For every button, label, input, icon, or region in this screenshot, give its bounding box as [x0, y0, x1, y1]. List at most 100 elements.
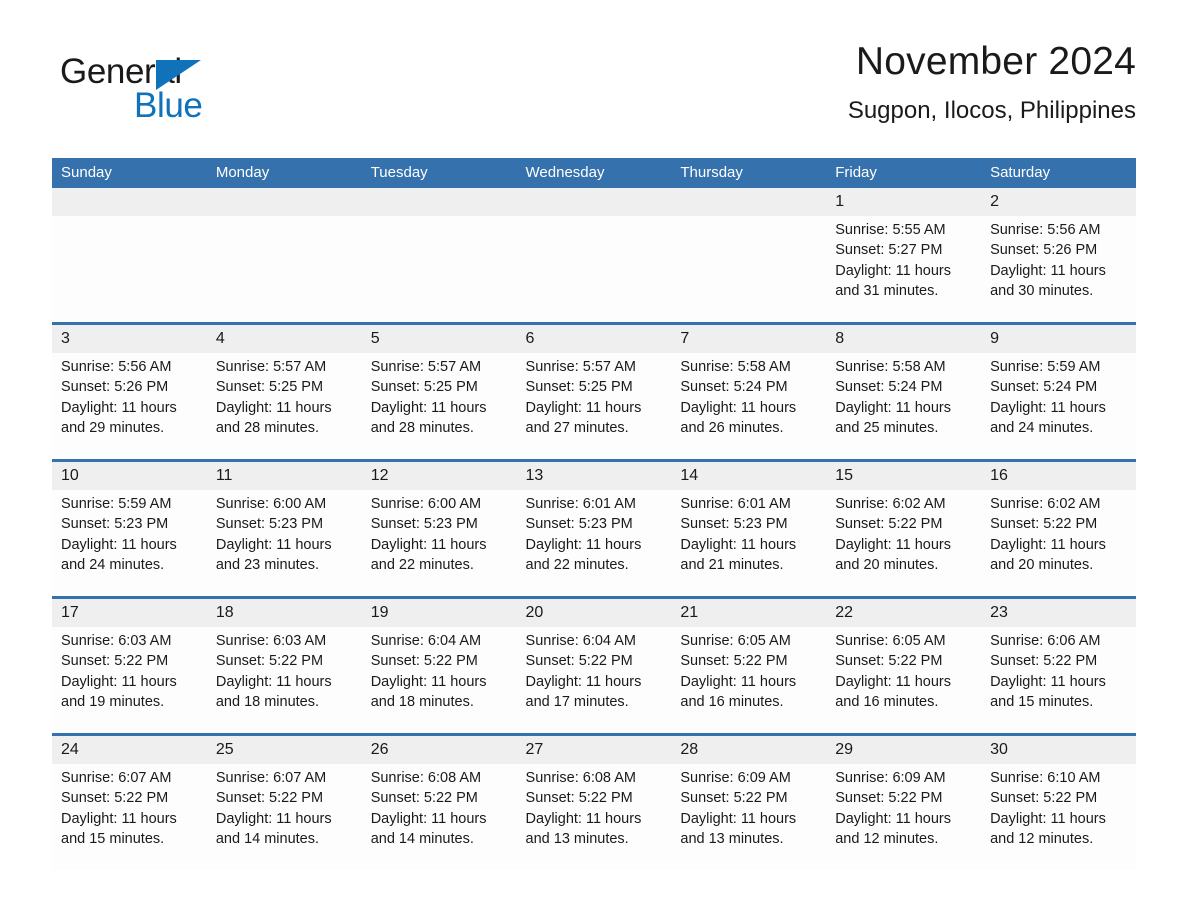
day-detail[interactable]: Sunrise: 6:02 AM Sunset: 5:22 PM Dayligh…: [826, 490, 981, 596]
day-detail[interactable]: Sunrise: 6:07 AM Sunset: 5:22 PM Dayligh…: [52, 764, 207, 870]
day-cell[interactable]: 20: [517, 599, 672, 627]
day-cell[interactable]: 30: [981, 736, 1136, 764]
calendar-week-row: 1 2 Sunrise: 5:55 AM Sunset: 5:27 PM Day…: [52, 188, 1136, 322]
day-cell[interactable]: [517, 188, 672, 216]
sunrise-text: Sunrise: 6:05 AM: [680, 633, 791, 649]
day-cell[interactable]: 13: [517, 462, 672, 490]
day-cell[interactable]: 23: [981, 599, 1136, 627]
daylight-text-line1: Daylight: 11 hours: [990, 673, 1106, 690]
day-detail[interactable]: Sunrise: 6:04 AM Sunset: 5:22 PM Dayligh…: [517, 627, 672, 733]
day-cell[interactable]: 22: [826, 599, 981, 627]
day-number: 2: [990, 193, 999, 210]
day-cell[interactable]: 11: [207, 462, 362, 490]
day-cell[interactable]: 5: [362, 325, 517, 353]
day-detail[interactable]: Sunrise: 6:08 AM Sunset: 5:22 PM Dayligh…: [517, 764, 672, 870]
day-detail[interactable]: [207, 216, 362, 322]
day-detail[interactable]: [52, 216, 207, 322]
day-detail[interactable]: Sunrise: 6:00 AM Sunset: 5:23 PM Dayligh…: [207, 490, 362, 596]
day-detail[interactable]: [362, 216, 517, 322]
day-detail[interactable]: Sunrise: 5:57 AM Sunset: 5:25 PM Dayligh…: [362, 353, 517, 459]
weekday-label: Sunday: [61, 164, 112, 181]
day-cell[interactable]: 27: [517, 736, 672, 764]
day-detail[interactable]: Sunrise: 5:58 AM Sunset: 5:24 PM Dayligh…: [671, 353, 826, 459]
day-number: 8: [835, 330, 845, 347]
day-detail[interactable]: Sunrise: 5:59 AM Sunset: 5:24 PM Dayligh…: [981, 353, 1136, 459]
calendar-week-row: 24 25 26 27 28 29 30 Sunrise: 6:07 AM Su…: [52, 733, 1136, 870]
day-cell[interactable]: 29: [826, 736, 981, 764]
day-cell[interactable]: 19: [362, 599, 517, 627]
sunrise-text: Sunrise: 5:57 AM: [370, 359, 482, 375]
daylight-text-line2: and 16 minutes.: [835, 693, 939, 710]
day-detail[interactable]: Sunrise: 5:55 AM Sunset: 5:27 PM Dayligh…: [826, 216, 981, 322]
day-number: 25: [215, 741, 234, 758]
day-detail[interactable]: Sunrise: 5:57 AM Sunset: 5:25 PM Dayligh…: [207, 353, 362, 459]
sunset-text: Sunset: 5:22 PM: [370, 653, 478, 670]
sunset-text: Sunset: 5:22 PM: [835, 790, 943, 807]
day-cell[interactable]: 15: [826, 462, 981, 490]
day-cell[interactable]: 7: [671, 325, 826, 353]
day-detail[interactable]: Sunrise: 6:01 AM Sunset: 5:23 PM Dayligh…: [671, 490, 826, 596]
day-detail[interactable]: Sunrise: 6:05 AM Sunset: 5:22 PM Dayligh…: [671, 627, 826, 733]
day-cell[interactable]: 3: [52, 325, 207, 353]
day-cell[interactable]: 24: [52, 736, 207, 764]
day-detail[interactable]: Sunrise: 5:59 AM Sunset: 5:23 PM Dayligh…: [52, 490, 207, 596]
day-detail[interactable]: Sunrise: 5:56 AM Sunset: 5:26 PM Dayligh…: [981, 216, 1136, 322]
day-cell[interactable]: 2: [981, 188, 1136, 216]
day-cell[interactable]: [671, 188, 826, 216]
day-detail[interactable]: [671, 216, 826, 322]
day-cell[interactable]: 14: [671, 462, 826, 490]
daylight-text-line1: Daylight: 11 hours: [835, 536, 952, 553]
day-detail[interactable]: Sunrise: 6:03 AM Sunset: 5:22 PM Dayligh…: [207, 627, 362, 733]
day-cell[interactable]: 9: [981, 325, 1136, 353]
day-number: 13: [525, 467, 544, 484]
day-cell[interactable]: 25: [207, 736, 362, 764]
day-detail[interactable]: Sunrise: 6:02 AM Sunset: 5:22 PM Dayligh…: [981, 490, 1136, 596]
day-detail[interactable]: Sunrise: 5:57 AM Sunset: 5:25 PM Dayligh…: [517, 353, 672, 459]
day-number: 20: [525, 604, 544, 621]
page-title: November 2024: [855, 40, 1136, 83]
day-cell[interactable]: 26: [362, 736, 517, 764]
general-blue-logo[interactable]: General Blue: [60, 54, 260, 140]
day-detail[interactable]: Sunrise: 6:03 AM Sunset: 5:22 PM Dayligh…: [52, 627, 207, 733]
day-cell[interactable]: 17: [52, 599, 207, 627]
sunset-text: Sunset: 5:24 PM: [680, 379, 788, 396]
day-cell[interactable]: 4: [207, 325, 362, 353]
day-detail[interactable]: Sunrise: 6:01 AM Sunset: 5:23 PM Dayligh…: [517, 490, 672, 596]
day-cell[interactable]: 21: [671, 599, 826, 627]
day-cell[interactable]: 16: [981, 462, 1136, 490]
day-cell[interactable]: 18: [207, 599, 362, 627]
day-detail[interactable]: [517, 216, 672, 322]
day-cell[interactable]: 10: [52, 462, 207, 490]
day-cell[interactable]: 8: [826, 325, 981, 353]
day-detail[interactable]: Sunrise: 6:05 AM Sunset: 5:22 PM Dayligh…: [826, 627, 981, 733]
day-number: 5: [370, 330, 380, 347]
day-cell[interactable]: 6: [517, 325, 672, 353]
day-detail[interactable]: Sunrise: 6:07 AM Sunset: 5:22 PM Dayligh…: [207, 764, 362, 870]
day-detail[interactable]: Sunrise: 6:04 AM Sunset: 5:22 PM Dayligh…: [362, 627, 517, 733]
day-detail[interactable]: Sunrise: 6:10 AM Sunset: 5:22 PM Dayligh…: [981, 764, 1136, 870]
weekday-header-row: Sunday Monday Tuesday Wednesday Thursday…: [52, 158, 1136, 188]
week-detail-band: Sunrise: 5:56 AM Sunset: 5:26 PM Dayligh…: [52, 353, 1136, 459]
daylight-text-line1: Daylight: 11 hours: [370, 536, 487, 553]
daylight-text-line2: and 28 minutes.: [370, 419, 474, 436]
day-detail[interactable]: Sunrise: 6:09 AM Sunset: 5:22 PM Dayligh…: [826, 764, 981, 870]
sunset-text: Sunset: 5:25 PM: [525, 379, 633, 396]
day-detail[interactable]: Sunrise: 5:56 AM Sunset: 5:26 PM Dayligh…: [52, 353, 207, 459]
sunset-text: Sunset: 5:22 PM: [835, 516, 943, 533]
daylight-text-line2: and 20 minutes.: [990, 556, 1094, 573]
daylight-text-line1: Daylight: 11 hours: [61, 810, 177, 827]
day-cell[interactable]: 12: [362, 462, 517, 490]
day-cell[interactable]: 1: [826, 188, 981, 216]
day-number: 1: [835, 193, 845, 210]
day-detail[interactable]: Sunrise: 6:06 AM Sunset: 5:22 PM Dayligh…: [981, 627, 1136, 733]
day-detail[interactable]: Sunrise: 6:00 AM Sunset: 5:23 PM Dayligh…: [362, 490, 517, 596]
day-cell[interactable]: [207, 188, 362, 216]
day-cell[interactable]: [52, 188, 207, 216]
day-cell[interactable]: 28: [671, 736, 826, 764]
day-detail[interactable]: Sunrise: 6:09 AM Sunset: 5:22 PM Dayligh…: [671, 764, 826, 870]
day-detail[interactable]: Sunrise: 5:58 AM Sunset: 5:24 PM Dayligh…: [826, 353, 981, 459]
day-cell[interactable]: [362, 188, 517, 216]
daylight-text-line1: Daylight: 11 hours: [61, 673, 177, 690]
day-detail[interactable]: Sunrise: 6:08 AM Sunset: 5:22 PM Dayligh…: [362, 764, 517, 870]
daylight-text-line2: and 15 minutes.: [61, 830, 165, 847]
